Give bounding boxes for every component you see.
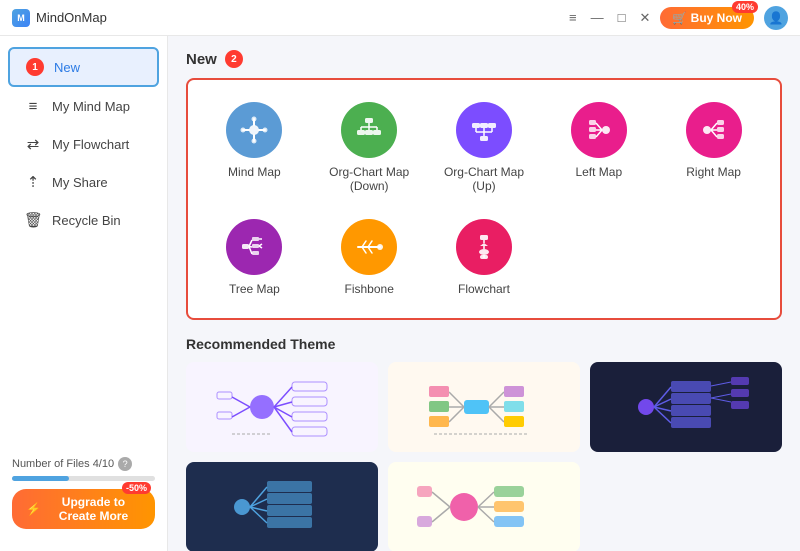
mind-map-template-icon [226,102,282,158]
flowchart-icon: ⇄ [24,135,42,153]
org-chart-up-icon [456,102,512,158]
template-tree-map[interactable]: Tree Map [202,211,307,304]
theme-card-3[interactable] [590,362,782,452]
lightning-icon: ⚡ [26,502,41,516]
left-map-label: Left Map [575,165,622,179]
theme-card-1[interactable] [186,362,378,452]
template-flowchart[interactable]: Flowchart [432,211,537,304]
share-icon: ⇡ [24,173,42,191]
tree-map-label: Tree Map [229,282,280,296]
main-layout: 1 New ≡ My Mind Map ⇄ My Flowchart ⇡ My … [0,36,800,551]
buy-now-button[interactable]: 🛒 Buy Now 40% [660,7,754,29]
mind-map-label: Mind Map [228,165,281,179]
new-section-badge: 2 [225,50,243,68]
sidebar-item-recycle-label: Recycle Bin [52,213,121,228]
template-org-chart-down[interactable]: Org-Chart Map (Down) [317,94,422,201]
sidebar-item-recycle-bin[interactable]: 🗑 Recycle Bin [8,202,159,238]
app-logo-area: M MindOnMap [12,9,107,27]
close-icon[interactable]: ✕ [639,10,650,26]
sidebar-item-share-label: My Share [52,175,108,190]
org-chart-down-icon [341,102,397,158]
files-progress-bar [12,476,155,481]
app-logo: M [12,9,30,27]
template-fishbone[interactable]: Fishbone [317,211,422,304]
titlebar: M MindOnMap ≡ — □ ✕ 🛒 Buy Now 40% 👤 [0,0,800,36]
minimize-icon[interactable]: — [591,10,604,26]
theme-card-2[interactable] [388,362,580,452]
left-map-icon [571,102,627,158]
fishbone-label: Fishbone [345,282,394,296]
org-chart-up-label: Org-Chart Map (Up) [436,165,533,193]
files-progress-fill [12,476,69,481]
flowchart-label: Flowchart [458,282,510,296]
new-section-header: New 2 [186,50,782,68]
sidebar-item-my-mind-map[interactable]: ≡ My Mind Map [8,89,159,124]
buy-badge: 40% [732,1,758,13]
themes-grid [186,362,782,551]
right-map-icon [686,102,742,158]
theme-card-4[interactable] [186,462,378,551]
menu-icon[interactable]: ≡ [569,10,577,26]
sidebar-bottom: Number of Files 4/10 ? ⚡ Upgrade to Crea… [0,445,167,541]
app-title: MindOnMap [36,10,107,25]
files-help-icon[interactable]: ? [118,457,132,471]
upgrade-button[interactable]: ⚡ Upgrade to Create More -50% [12,489,155,529]
new-badge: 1 [26,58,44,76]
sidebar-item-flowchart-label: My Flowchart [52,137,129,152]
main-content: New 2 [168,36,800,551]
org-chart-down-label: Org-Chart Map (Down) [321,165,418,193]
sidebar-item-new[interactable]: 1 New [8,47,159,87]
template-mind-map[interactable]: Mind Map [202,94,307,201]
trash-icon: 🗑 [24,211,42,229]
new-section-title: New [186,51,217,68]
templates-grid: Mind Map [202,94,766,304]
template-org-chart-up[interactable]: Org-Chart Map (Up) [432,94,537,201]
upgrade-badge: -50% [122,482,151,494]
recommended-title: Recommended Theme [186,336,782,352]
avatar[interactable]: 👤 [764,6,788,30]
templates-container: Mind Map [186,78,782,320]
files-label: Number of Files 4/10 ? [12,457,155,471]
right-map-label: Right Map [686,165,741,179]
fishbone-icon [341,219,397,275]
window-controls[interactable]: ≡ — □ ✕ [569,10,650,26]
flowchart-template-icon [456,219,512,275]
theme-card-5[interactable] [388,462,580,551]
mind-map-icon: ≡ [24,98,42,115]
maximize-icon[interactable]: □ [618,10,626,26]
sidebar-item-my-flowchart[interactable]: ⇄ My Flowchart [8,126,159,162]
sidebar: 1 New ≡ My Mind Map ⇄ My Flowchart ⇡ My … [0,36,168,551]
sidebar-item-new-label: New [54,60,80,75]
template-left-map[interactable]: Left Map [546,94,651,201]
tree-map-icon [226,219,282,275]
sidebar-item-my-share[interactable]: ⇡ My Share [8,164,159,200]
sidebar-item-mind-map-label: My Mind Map [52,99,130,114]
template-right-map[interactable]: Right Map [661,94,766,201]
